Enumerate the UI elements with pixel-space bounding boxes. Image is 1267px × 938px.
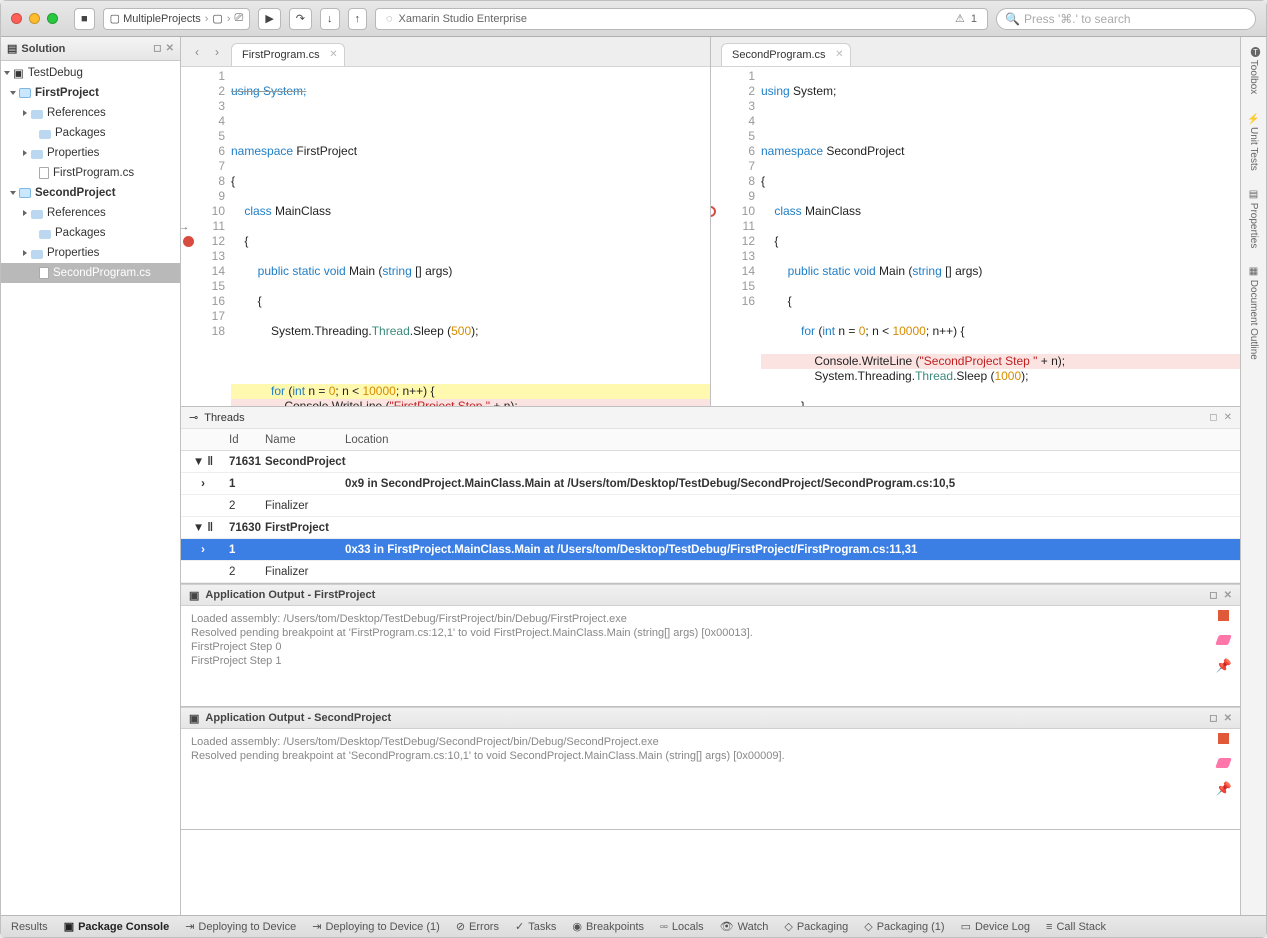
tree-properties[interactable]: Properties (1, 243, 180, 263)
pin-icon[interactable]: 📌 (1216, 659, 1232, 673)
status-results[interactable]: Results (11, 921, 48, 933)
breadcrumb-item: ⎚ (235, 12, 244, 25)
status-deploy2[interactable]: ⇥ Deploying to Device (1) (312, 920, 440, 933)
thread-row[interactable]: ›10x9 in SecondProject.MainClass.Main at… (181, 473, 1240, 495)
nav-back-button[interactable]: ‹ (187, 42, 207, 62)
breadcrumb-root: ▢ MultipleProjects (110, 12, 201, 25)
right-sidebar: 🅣 Toolbox ⚡ Unit Tests ▤ Properties ▦ Do… (1240, 37, 1266, 915)
clear-output-icon[interactable] (1216, 758, 1233, 768)
status-breakpoints[interactable]: ◉ Breakpoints (572, 920, 644, 933)
status-tasks[interactable]: ✓ Tasks (515, 920, 556, 933)
output-body[interactable]: Loaded assembly: /Users/tom/Desktop/Test… (181, 729, 1240, 829)
search-input[interactable]: 🔍 Press '⌘.' to search (996, 8, 1256, 30)
thread-row[interactable]: 2Finalizer (181, 561, 1240, 583)
status-packaging2[interactable]: ◇ Packaging (1) (864, 920, 944, 933)
gutter[interactable]: 12345678910→1112131415161718 (181, 67, 231, 406)
zoom-window-icon[interactable] (47, 13, 58, 24)
document-outline-tab[interactable]: ▦ Document Outline (1248, 266, 1259, 360)
stop-output-icon[interactable] (1218, 733, 1229, 744)
unit-tests-tab[interactable]: ⚡ Unit Tests (1248, 112, 1259, 171)
tree-file[interactable]: FirstProgram.cs (1, 163, 180, 183)
solution-header: ▤Solution ◻ ✕ (1, 37, 180, 61)
output-body[interactable]: Loaded assembly: /Users/tom/Desktop/Test… (181, 606, 1240, 706)
console-icon: ▣ (189, 712, 199, 725)
step-into-button[interactable]: ↓ (320, 8, 340, 30)
solution-sidebar: ▤Solution ◻ ✕ ▣ TestDebug FirstProject R… (1, 37, 181, 915)
code-editor-second[interactable]: 12345678910111213141516 using System; na… (711, 67, 1240, 406)
tab-first-program[interactable]: FirstProgram.cs✕ (231, 43, 345, 66)
tree-packages[interactable]: Packages (1, 123, 180, 143)
status-device-log[interactable]: ▭ Device Log (961, 920, 1030, 933)
thread-row[interactable]: ›10x33 in FirstProject.MainClass.Main at… (181, 539, 1240, 561)
tree-solution[interactable]: ▣ TestDebug (1, 63, 180, 83)
editor-right: SecondProgram.cs✕ 1234567891011121314151… (711, 37, 1240, 406)
pane-dock-icon[interactable]: ◻ (1209, 412, 1217, 423)
code-editor-first[interactable]: 12345678910→1112131415161718 using Syste… (181, 67, 710, 406)
minimize-window-icon[interactable] (29, 13, 40, 24)
tree-references[interactable]: References (1, 203, 180, 223)
status-watch[interactable]: 👁 Watch (720, 920, 769, 933)
breadcrumb-item: ▢ (212, 12, 222, 25)
clear-output-icon[interactable] (1216, 635, 1233, 645)
thread-row[interactable]: 2Finalizer (181, 495, 1240, 517)
close-icon[interactable]: ✕ (1224, 713, 1232, 724)
threads-icon: ⊸ (189, 411, 198, 424)
close-icon[interactable]: ✕ (835, 49, 843, 60)
tab-second-program[interactable]: SecondProgram.cs✕ (721, 43, 851, 66)
status-bar: Results ▣ Package Console ⇥ Deploying to… (1, 915, 1266, 937)
stop-output-icon[interactable] (1218, 610, 1229, 621)
output-panel-second: ▣ Application Output - SecondProject ◻ ✕… (181, 707, 1240, 830)
project-selector[interactable]: ▢ MultipleProjects › ▢ › ⎚ (103, 8, 251, 30)
output-panel-first: ▣ Application Output - FirstProject ◻ ✕ … (181, 584, 1240, 707)
status-packaging1[interactable]: ◇ Packaging (784, 920, 848, 933)
threads-table: Id Name Location ▼ ‖71631SecondProject›1… (181, 429, 1240, 583)
close-window-icon[interactable] (11, 13, 22, 24)
close-icon[interactable]: ✕ (1224, 590, 1232, 601)
status-call-stack[interactable]: ≡ Call Stack (1046, 921, 1106, 933)
pin-icon[interactable]: 📌 (1216, 782, 1232, 796)
properties-tab[interactable]: ▤ Properties (1248, 189, 1259, 248)
step-over-button[interactable]: ↷ (289, 8, 312, 30)
status-errors[interactable]: ⊘ Errors (456, 920, 499, 933)
tree-project-second[interactable]: SecondProject (1, 183, 180, 203)
pane-dock-icon[interactable]: ◻ (153, 43, 161, 54)
titlebar: ■ ▢ MultipleProjects › ▢ › ⎚ ▶ ↷ ↓ ↑ ◌ X… (1, 1, 1266, 37)
threads-panel: ⊸ Threads ◻ ✕ Id Name Location ▼ ‖71631S… (181, 407, 1240, 584)
gutter[interactable]: 12345678910111213141516 (711, 67, 761, 406)
search-icon: 🔍 (1005, 12, 1020, 26)
editor-left: ‹ › FirstProgram.cs✕ 12345678910→1112131… (181, 37, 711, 406)
close-icon[interactable]: ✕ (1224, 412, 1232, 423)
tree-properties[interactable]: Properties (1, 143, 180, 163)
tree-file-selected[interactable]: SecondProgram.cs (1, 263, 180, 283)
close-icon[interactable]: ✕ (329, 49, 337, 60)
status-deploy1[interactable]: ⇥ Deploying to Device (185, 920, 296, 933)
status-display: ◌ Xamarin Studio Enterprise ⚠1 (375, 8, 988, 30)
run-button[interactable]: ▶ (258, 8, 280, 30)
nav-forward-button[interactable]: › (207, 42, 227, 62)
stop-button[interactable]: ■ (74, 8, 95, 30)
pane-dock-icon[interactable]: ◻ (1209, 590, 1217, 601)
thread-row[interactable]: ▼ ‖71631SecondProject (181, 451, 1240, 473)
close-icon[interactable]: ✕ (166, 43, 174, 54)
tree-packages[interactable]: Packages (1, 223, 180, 243)
status-package-console[interactable]: ▣ Package Console (64, 920, 170, 933)
tree-references[interactable]: References (1, 103, 180, 123)
step-out-button[interactable]: ↑ (348, 8, 368, 30)
pane-dock-icon[interactable]: ◻ (1209, 713, 1217, 724)
toolbox-tab[interactable]: 🅣 Toolbox (1246, 47, 1261, 94)
tree-project-first[interactable]: FirstProject (1, 83, 180, 103)
console-icon: ▣ (189, 589, 199, 602)
status-locals[interactable]: ▫▫ Locals (660, 921, 704, 933)
threads-title: Threads (204, 412, 244, 424)
thread-row[interactable]: ▼ ‖71630FirstProject (181, 517, 1240, 539)
